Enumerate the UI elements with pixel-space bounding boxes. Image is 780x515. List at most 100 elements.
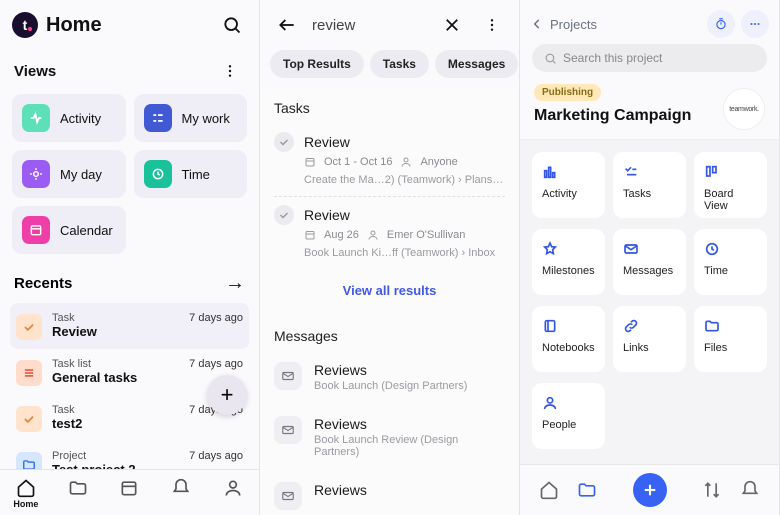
recent-type: Task xyxy=(52,404,179,416)
view-label: Calendar xyxy=(60,223,113,238)
links-icon xyxy=(623,318,676,334)
app-logo[interactable] xyxy=(12,12,38,38)
view-label: Time xyxy=(182,167,210,182)
messages-section-title: Messages xyxy=(274,316,505,352)
nav-notifications[interactable] xyxy=(155,474,207,513)
task-icon xyxy=(16,314,42,340)
tile-tasks[interactable]: Tasks xyxy=(613,152,686,218)
recent-item[interactable]: TaskReview 7 days ago xyxy=(10,303,249,349)
time-icon xyxy=(144,160,172,188)
tile-milestones[interactable]: Milestones xyxy=(532,229,605,295)
search-icon[interactable] xyxy=(217,10,247,40)
more-button[interactable] xyxy=(741,10,769,38)
nav-calendar[interactable] xyxy=(104,474,156,513)
task-breadcrumb: Create the Ma…2) (Teamwork) › Plans to s… xyxy=(274,174,505,186)
person-icon xyxy=(400,156,412,168)
message-subtitle: Book Launch (Design Partners) xyxy=(314,380,467,392)
status-badge: Publishing xyxy=(534,84,601,101)
timer-button[interactable] xyxy=(707,10,735,38)
tile-activity[interactable]: Activity xyxy=(532,152,605,218)
chip-messages[interactable]: Messages xyxy=(435,50,518,78)
view-all-link[interactable]: View all results xyxy=(274,269,505,316)
chip-tasks[interactable]: Tasks xyxy=(370,50,429,78)
message-result[interactable]: Reviews Book Launch (Design Partners) xyxy=(274,352,505,406)
nav-switch[interactable] xyxy=(695,480,729,500)
task-assignee: Anyone xyxy=(420,156,457,168)
tile-label: Activity xyxy=(542,188,595,200)
tile-label: Links xyxy=(623,342,676,354)
clear-icon[interactable] xyxy=(437,10,467,40)
task-title: Review xyxy=(304,134,350,150)
bell-icon xyxy=(740,480,760,500)
recent-time: 7 days ago xyxy=(189,358,243,370)
recent-item[interactable]: ProjectTest project 2 7 days ago xyxy=(10,441,249,469)
calendar-icon xyxy=(119,478,139,498)
task-result[interactable]: Review Oct 1 - Oct 16 Anyone Create the … xyxy=(274,124,505,197)
recent-title: General tasks xyxy=(52,370,179,385)
nav-notifications[interactable] xyxy=(733,480,767,500)
myday-icon xyxy=(22,160,50,188)
more-icon[interactable] xyxy=(477,10,507,40)
task-result[interactable]: Review Aug 26 Emer O'Sullivan Book Launc… xyxy=(274,197,505,269)
project-search-input[interactable]: Search this project xyxy=(532,44,767,72)
nav-home[interactable]: Home xyxy=(0,474,52,513)
view-time[interactable]: Time xyxy=(134,150,248,198)
calendar-icon xyxy=(304,229,316,241)
chevron-left-icon[interactable] xyxy=(530,17,544,31)
tile-notebooks[interactable]: Notebooks xyxy=(532,306,605,372)
more-icon xyxy=(748,17,762,31)
switch-icon xyxy=(702,480,722,500)
folder-icon xyxy=(577,480,597,500)
task-icon xyxy=(16,406,42,432)
message-result[interactable]: ReviewsBook Launch Review (Design Partne… xyxy=(274,406,505,472)
chip-top-results[interactable]: Top Results xyxy=(270,50,364,78)
view-mywork[interactable]: My work xyxy=(134,94,248,142)
person-icon xyxy=(367,229,379,241)
arrow-right-icon[interactable]: → xyxy=(225,272,245,295)
tile-label: People xyxy=(542,419,595,431)
add-button[interactable]: + xyxy=(207,375,247,415)
stopwatch-icon xyxy=(714,17,728,31)
tile-label: Board View xyxy=(704,188,757,212)
message-subtitle: Book Launch Review (Design Partners) xyxy=(314,434,505,458)
tile-time[interactable]: Time xyxy=(694,229,767,295)
view-myday[interactable]: My day xyxy=(12,150,126,198)
view-activity[interactable]: Activity xyxy=(12,94,126,142)
more-icon[interactable] xyxy=(215,56,245,86)
recent-title: Test project 2 xyxy=(52,462,179,469)
tile-board[interactable]: Board View xyxy=(694,152,767,218)
search-icon xyxy=(544,52,557,65)
nav-home[interactable] xyxy=(532,480,566,500)
task-date: Oct 1 - Oct 16 xyxy=(324,156,392,168)
tasks-section-title: Tasks xyxy=(274,88,505,124)
mywork-icon xyxy=(144,104,172,132)
tile-files[interactable]: Files xyxy=(694,306,767,372)
tile-label: Tasks xyxy=(623,188,676,200)
page-title: Home xyxy=(46,14,209,37)
tile-messages[interactable]: Messages xyxy=(613,229,686,295)
recent-type: Task list xyxy=(52,358,179,370)
nav-projects[interactable] xyxy=(570,480,604,500)
tile-links[interactable]: Links xyxy=(613,306,686,372)
tile-label: Files xyxy=(704,342,757,354)
milestones-icon xyxy=(542,241,595,257)
breadcrumb-back[interactable]: Projects xyxy=(550,17,597,32)
envelope-icon xyxy=(274,416,302,444)
back-button[interactable] xyxy=(272,10,302,40)
task-checkbox[interactable] xyxy=(274,205,294,225)
nav-label: Home xyxy=(13,499,38,509)
time-icon xyxy=(704,241,757,257)
task-checkbox[interactable] xyxy=(274,132,294,152)
bell-icon xyxy=(171,478,191,498)
message-title: Reviews xyxy=(314,362,467,378)
tile-label: Milestones xyxy=(542,265,595,277)
tile-people[interactable]: People xyxy=(532,383,605,449)
nav-projects[interactable] xyxy=(52,474,104,513)
message-result[interactable]: Reviews xyxy=(274,472,505,515)
task-date: Aug 26 xyxy=(324,229,359,241)
add-fab[interactable] xyxy=(633,473,667,507)
search-query[interactable]: review xyxy=(312,17,427,34)
task-assignee: Emer O'Sullivan xyxy=(387,229,466,241)
view-calendar[interactable]: Calendar xyxy=(12,206,126,254)
nav-profile[interactable] xyxy=(207,474,259,513)
